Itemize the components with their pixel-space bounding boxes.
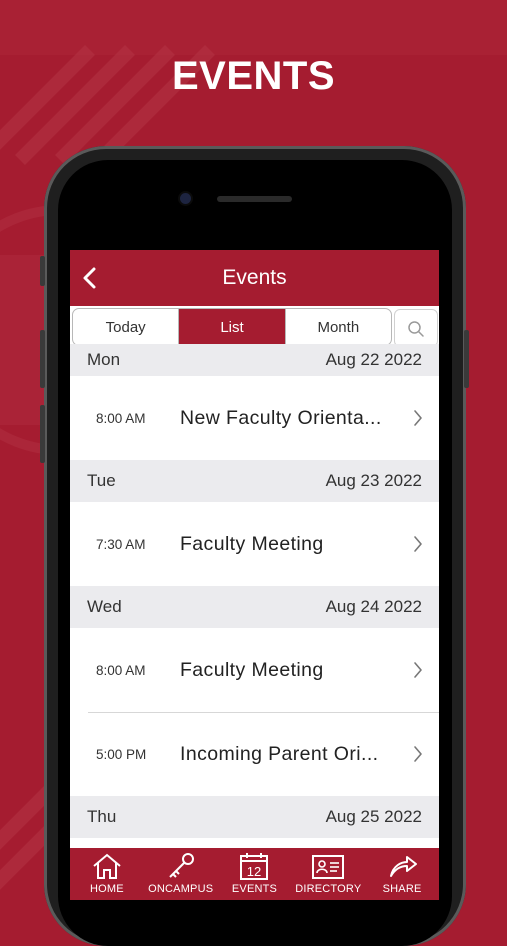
front-camera [180, 193, 191, 204]
event-time: 5:00 PM [96, 746, 147, 762]
events-list: Mon Aug 22 2022 8:00 AM New Faculty Orie… [70, 344, 439, 838]
share-icon [390, 856, 418, 877]
event-row[interactable]: 7:30 AM Faculty Meeting [70, 502, 439, 586]
chevron-right-icon [414, 536, 422, 552]
tab-share[interactable]: SHARE [365, 848, 439, 900]
tab-events[interactable]: 12 EVENTS [218, 848, 292, 900]
event-time: 8:00 AM [96, 410, 146, 426]
phone-side-button [40, 256, 45, 286]
day-weekday: Tue [87, 471, 116, 490]
directory-card-icon [312, 855, 345, 879]
tab-label: EVENTS [231, 883, 278, 895]
nav-bar: Events [70, 250, 439, 306]
segment-month[interactable]: Month [284, 309, 391, 345]
day-header: Mon Aug 22 2022 [70, 344, 439, 376]
event-row[interactable]: 5:00 PM Incoming Parent Ori... [70, 712, 439, 796]
tab-label: DIRECTORY [295, 883, 362, 895]
day-date: Aug 23 2022 [325, 471, 422, 490]
event-row[interactable]: 8:00 AM New Faculty Orienta... [70, 376, 439, 460]
calendar-badge: 12 [247, 864, 261, 879]
day-header: Wed Aug 24 2022 [70, 586, 439, 628]
chevron-right-icon [414, 746, 422, 762]
key-icon [168, 853, 194, 878]
segment-today[interactable]: Today [73, 309, 178, 345]
home-icon [93, 853, 121, 879]
tab-label: SHARE [382, 883, 422, 895]
search-button[interactable] [394, 309, 438, 347]
event-time: 8:00 AM [96, 662, 146, 678]
day-weekday: Wed [87, 597, 122, 616]
event-name: Faculty Meeting [180, 532, 324, 555]
event-row[interactable]: 8:00 AM Faculty Meeting [70, 628, 439, 712]
tab-bar: HOME ONCAMPUS 12 EVENTS DIRECTORY SHARE [70, 848, 439, 900]
event-time: 7:30 AM [96, 536, 146, 552]
app-screen: Events Today List Month Mon Aug 22 2022 … [70, 250, 439, 900]
day-date: Aug 25 2022 [325, 807, 422, 826]
event-name: Faculty Meeting [180, 658, 324, 681]
event-name: Incoming Parent Ori... [180, 742, 379, 765]
day-header: Tue Aug 23 2022 [70, 460, 439, 502]
tab-home[interactable]: HOME [70, 848, 144, 900]
earpiece-speaker [217, 196, 292, 202]
day-header: Thu Aug 25 2022 [70, 796, 439, 838]
segment-list[interactable]: List [178, 309, 285, 345]
tab-oncampus[interactable]: ONCAMPUS [144, 848, 218, 900]
day-weekday: Thu [87, 807, 117, 826]
chevron-right-icon [414, 662, 422, 678]
segmented-control: Today List Month [72, 308, 392, 346]
day-weekday: Mon [87, 350, 121, 369]
chevron-right-icon [414, 410, 422, 426]
promo-title: EVENTS [171, 54, 336, 98]
calendar-icon: 12 [240, 853, 269, 880]
day-date: Aug 22 2022 [325, 350, 422, 369]
page-title: Events [222, 266, 287, 289]
phone-side-button [40, 405, 45, 463]
phone-side-button [40, 330, 45, 388]
phone-side-button [464, 330, 469, 388]
search-icon [408, 321, 424, 337]
event-name: New Faculty Orienta... [180, 406, 382, 429]
tab-directory[interactable]: DIRECTORY [291, 848, 365, 900]
tab-label: HOME [89, 883, 124, 895]
tab-label: ONCAMPUS [148, 883, 214, 895]
day-date: Aug 24 2022 [325, 597, 422, 616]
